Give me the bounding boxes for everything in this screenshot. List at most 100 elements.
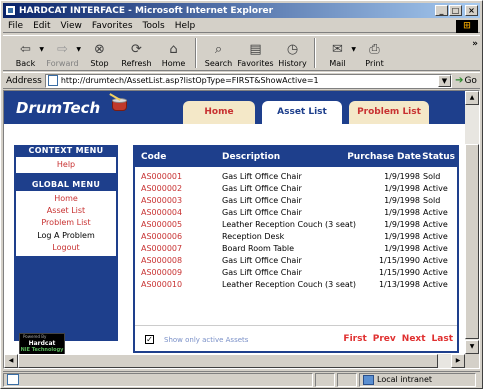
page-done-icon xyxy=(7,374,19,385)
toolbar-more-chevron-icon[interactable]: » xyxy=(472,39,478,49)
menu-view[interactable]: View xyxy=(56,21,87,31)
asset-purchase-date: 1/9/1998 xyxy=(384,184,420,193)
table-row[interactable]: AS000005 Leather Reception Couch (3 seat… xyxy=(135,220,457,232)
menu-favorites[interactable]: Favorites xyxy=(87,21,138,31)
table-row[interactable]: AS000004 Gas Lift Office Chair 1/9/1998 … xyxy=(135,208,457,220)
asset-code-link[interactable]: AS000003 xyxy=(141,196,182,205)
address-url[interactable]: http://drumtech/AssetList.asp?listOpType… xyxy=(61,76,319,85)
table-row[interactable]: AS000006 Reception Desk 1/9/1998 Active xyxy=(135,232,457,244)
scroll-up-icon[interactable]: ▲ xyxy=(465,91,479,105)
browser-viewport: DrumTech Home Asset List Problem List CO… xyxy=(3,90,480,369)
table-row[interactable]: AS000009 Gas Lift Office Chair 1/15/1990… xyxy=(135,268,457,280)
close-button[interactable]: × xyxy=(465,5,478,16)
asset-status: Active xyxy=(423,280,448,289)
search-button[interactable]: ⌕ Search xyxy=(200,36,237,70)
asset-code-link[interactable]: AS000006 xyxy=(141,232,182,241)
header-description[interactable]: Description xyxy=(222,152,280,162)
toolbar-separator xyxy=(195,38,197,68)
asset-description: Leather Reception Couch (3 seat) xyxy=(222,280,357,289)
asset-code-link[interactable]: AS000008 xyxy=(141,256,182,265)
scrollbar-corner xyxy=(465,354,479,368)
ie-page-icon xyxy=(5,5,16,16)
asset-code-link[interactable]: AS000001 xyxy=(141,172,182,181)
refresh-button[interactable]: ⟳ Refresh xyxy=(118,36,155,70)
table-row[interactable]: AS000008 Gas Lift Office Chair 1/15/1990… xyxy=(135,256,457,268)
back-button[interactable]: ⇦ Back ▼ xyxy=(7,36,44,70)
global-problem-list-link[interactable]: Problem List xyxy=(16,217,116,229)
page-icon xyxy=(47,75,58,86)
pager-last-link[interactable]: Last xyxy=(432,334,453,344)
forward-button[interactable]: ⇨ Forward ▼ xyxy=(44,36,81,70)
header-purchase-date[interactable]: Purchase Date xyxy=(347,152,421,162)
tab-asset-list[interactable]: Asset List xyxy=(262,101,342,124)
context-help-link[interactable]: Help xyxy=(16,159,116,171)
menu-edit[interactable]: Edit xyxy=(28,21,55,31)
horizontal-scrollbar[interactable]: ◀ ▶ xyxy=(4,354,465,368)
title-bar[interactable]: HARDCAT INTERFACE - Microsoft Internet E… xyxy=(3,3,480,18)
security-zone[interactable]: Local intranet xyxy=(359,372,476,387)
window-controls: _ □ × xyxy=(435,5,478,16)
header-code[interactable]: Code xyxy=(141,152,166,162)
vertical-scrollbar[interactable]: ▲ ▼ xyxy=(465,91,479,354)
context-menu-title: CONTEXT MENU xyxy=(28,146,104,155)
scroll-down-icon[interactable]: ▼ xyxy=(465,340,479,354)
minimize-button[interactable]: _ xyxy=(435,5,448,16)
print-button[interactable]: ⎙ Print xyxy=(356,36,393,70)
address-dropdown-icon[interactable]: ▼ xyxy=(438,74,451,87)
header-status[interactable]: Status xyxy=(422,152,455,162)
web-page: DrumTech Home Asset List Problem List CO… xyxy=(4,91,465,368)
horizontal-scroll-thumb[interactable] xyxy=(18,354,438,368)
powered-line3: NIE Technology xyxy=(20,347,64,353)
scroll-right-icon[interactable]: ▶ xyxy=(451,354,465,368)
table-row[interactable]: AS000001 Gas Lift Office Chair 1/9/1998 … xyxy=(135,172,457,184)
asset-description: Board Room Table xyxy=(222,244,295,253)
search-label: Search xyxy=(204,59,233,68)
search-icon: ⌕ xyxy=(214,41,223,57)
stop-button[interactable]: ⊗ Stop xyxy=(81,36,118,70)
address-input[interactable]: http://drumtech/AssetList.asp?listOpType… xyxy=(44,73,452,88)
history-label: History xyxy=(278,59,307,68)
pager-prev-link[interactable]: Prev xyxy=(373,334,396,344)
drum-logo-icon xyxy=(109,93,128,113)
show-active-checkbox[interactable]: ✓ xyxy=(145,335,154,344)
asset-code-link[interactable]: AS000002 xyxy=(141,184,182,193)
pager-next-link[interactable]: Next xyxy=(402,334,426,344)
pager-first-link[interactable]: First xyxy=(343,334,366,344)
logout-link[interactable]: Logout xyxy=(16,242,116,254)
asset-code-link[interactable]: AS000007 xyxy=(141,244,182,253)
intranet-zone-icon xyxy=(363,374,374,385)
global-asset-list-link[interactable]: Asset List xyxy=(16,205,116,217)
table-row[interactable]: AS000007 Board Room Table 1/9/1998 Activ… xyxy=(135,244,457,256)
asset-purchase-date: 1/13/1998 xyxy=(378,280,420,289)
maximize-button[interactable]: □ xyxy=(449,5,462,16)
asset-status: Active xyxy=(423,256,448,265)
menu-help[interactable]: Help xyxy=(170,21,201,31)
asset-code-link[interactable]: AS000005 xyxy=(141,220,182,229)
asset-purchase-date: 1/9/1998 xyxy=(384,196,420,205)
log-problem-link[interactable]: Log A Problem xyxy=(16,229,116,242)
history-button[interactable]: ◷ History xyxy=(274,36,311,70)
table-row[interactable]: AS000003 Gas Lift Office Chair 1/9/1998 … xyxy=(135,196,457,208)
asset-code-link[interactable]: AS000004 xyxy=(141,208,182,217)
show-active-label[interactable]: Show only active Assets xyxy=(164,336,248,344)
favorites-button[interactable]: ▤ Favorites xyxy=(237,36,274,70)
table-row[interactable]: AS000010 Leather Reception Couch (3 seat… xyxy=(135,280,457,292)
vertical-scroll-thumb[interactable] xyxy=(465,144,479,339)
mail-button[interactable]: ✉ Mail ▼ xyxy=(319,36,356,70)
scroll-left-icon[interactable]: ◀ xyxy=(4,354,18,368)
table-row[interactable]: AS000002 Gas Lift Office Chair 1/9/1998 … xyxy=(135,184,457,196)
asset-code-link[interactable]: AS000010 xyxy=(141,280,182,289)
mail-icon: ✉ xyxy=(332,41,343,57)
menu-tools[interactable]: Tools xyxy=(138,21,170,31)
status-message xyxy=(3,372,313,387)
powered-line2: Hardcat xyxy=(28,340,56,347)
go-button[interactable]: ➔ Go xyxy=(452,75,480,86)
global-menu-box: Home Asset List Problem List Log A Probl… xyxy=(16,191,116,256)
home-button[interactable]: ⌂ Home xyxy=(155,36,192,70)
toolbar-separator xyxy=(314,38,316,68)
tab-problem-list[interactable]: Problem List xyxy=(349,101,429,124)
asset-code-link[interactable]: AS000009 xyxy=(141,268,182,277)
tab-home[interactable]: Home xyxy=(183,101,255,124)
menu-file[interactable]: File xyxy=(3,21,28,31)
global-home-link[interactable]: Home xyxy=(16,193,116,205)
